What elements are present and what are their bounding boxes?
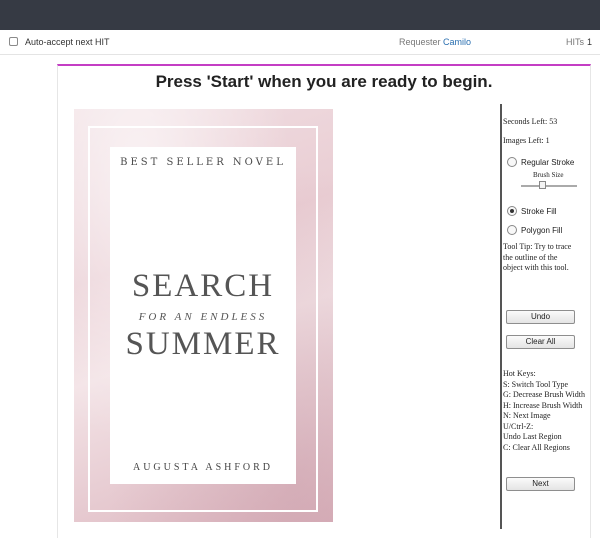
tool-tip-line: Tool Tip: Try to trace (503, 242, 572, 251)
hits-count: 1 (587, 37, 593, 47)
hot-key-line: Undo Last Region (503, 432, 562, 441)
cover-title-line1: SEARCH (131, 268, 275, 304)
tool-tip-line: the outline of the (503, 252, 558, 262)
tool-tip: Tool Tip: Try to trace the outline of th… (503, 242, 571, 274)
brush-size-slider[interactable] (521, 185, 577, 187)
top-navigation-bar (0, 0, 600, 30)
hits-label: HITs (566, 37, 584, 47)
hot-key-line: C: Clear All Regions (503, 442, 570, 452)
polygon-fill-radio[interactable] (507, 225, 517, 235)
tool-tip-line: object with this tool. (503, 263, 569, 272)
hot-key-line: Hot Keys: (503, 369, 536, 378)
requester-name-link[interactable]: Camilo (443, 37, 471, 47)
cover-tagline: BEST SELLER NOVEL (120, 157, 286, 168)
stroke-fill-radio[interactable] (507, 206, 517, 216)
hot-keys-list: Hot Keys: S: Switch Tool Type G: Decreas… (503, 369, 585, 453)
hot-key-line: S: Switch Tool Type (503, 379, 569, 389)
hot-key-line: U/Ctrl-Z: (503, 421, 534, 431)
hot-key-line: G: Decrease Brush Width (503, 390, 585, 399)
regular-stroke-label: Regular Stroke (521, 158, 575, 167)
regular-stroke-radio[interactable] (507, 157, 517, 167)
cover-title-line2: FOR AN ENDLESS (138, 311, 268, 323)
auto-accept-label: Auto-accept next HIT (25, 37, 110, 47)
auto-accept-checkbox[interactable] (9, 37, 18, 46)
images-left: Images Left: 1 (503, 136, 550, 145)
task-prompt: Press 'Start' when you are ready to begi… (155, 72, 493, 91)
clear-all-button[interactable]: Clear All (506, 335, 575, 349)
polygon-fill-label: Polygon Fill (521, 226, 563, 235)
hot-key-line: N: Next Image (503, 411, 551, 420)
requester-label: Requester (399, 37, 441, 47)
sidebar-divider (500, 104, 502, 529)
cover-author: AUGUSTA ASHFORD (132, 462, 274, 473)
hit-info-bar: Auto-accept next HIT Requester Camilo HI… (0, 30, 600, 55)
next-button[interactable]: Next (506, 477, 575, 491)
undo-button[interactable]: Undo (506, 310, 575, 324)
brush-size-slider-handle[interactable] (539, 181, 546, 189)
brush-size-label: Brush Size (533, 171, 564, 179)
hot-key-line: H: Increase Brush Width (503, 400, 583, 410)
stroke-fill-label: Stroke Fill (521, 207, 557, 216)
seconds-left: Seconds Left: 53 (503, 117, 558, 126)
cover-title-line3: SUMMER (125, 326, 281, 362)
